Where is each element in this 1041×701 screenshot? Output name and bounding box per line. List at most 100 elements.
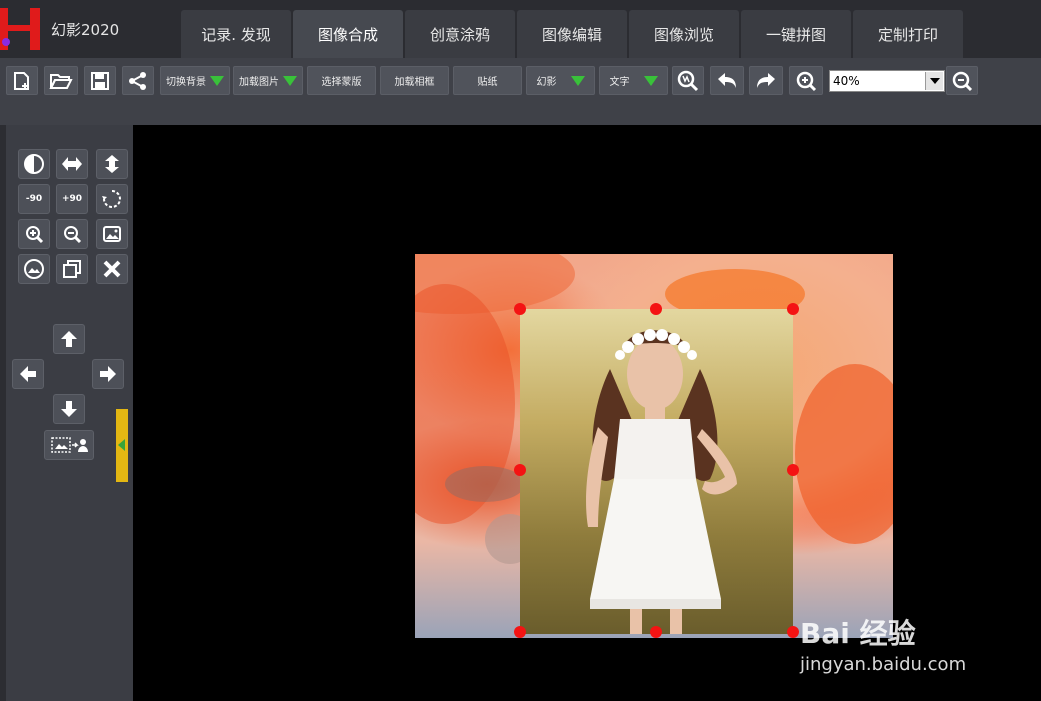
app-logo-icon [0, 8, 40, 50]
chevron-left-icon [118, 439, 125, 451]
text-dropdown[interactable]: 文字 [599, 66, 668, 95]
new-file-icon [14, 71, 29, 90]
sticker-label: 贴纸 [477, 77, 498, 88]
opacity-button[interactable] [18, 149, 50, 179]
rotate-minus-90-label: -90 [25, 194, 43, 204]
new-file-button[interactable] [6, 66, 38, 95]
title-bar: 幻影2020 记录. 发现 图像合成 创意涂鸦 图像编辑 图像浏览 一键拼图 定… [0, 0, 1041, 58]
select-template-label: 选择蒙版 [321, 77, 362, 88]
image-adjust-button[interactable] [18, 254, 50, 284]
flip-horizontal-icon [62, 157, 82, 171]
zoom-out-icon [64, 226, 82, 244]
dropdown-arrow-icon [210, 75, 224, 86]
tab-image-browse[interactable]: 图像浏览 [629, 10, 739, 58]
rotate-icon [102, 190, 121, 208]
dropdown-arrow-icon [643, 75, 658, 86]
tab-creative-doodle[interactable]: 创意涂鸦 [405, 10, 515, 58]
half-circle-icon [24, 154, 44, 174]
left-panel-edge [0, 125, 6, 701]
image-person-icon [51, 437, 88, 453]
rotate-plus-90-button[interactable]: +90 [56, 184, 88, 214]
watermark-brand: Bai 经验 [800, 617, 916, 650]
collapse-panel-tab[interactable] [116, 409, 128, 482]
load-frame-label: 加载相框 [394, 77, 435, 88]
duplicate-layer-button[interactable] [56, 254, 88, 284]
app-window: 幻影2020 记录. 发现 图像合成 创意涂鸦 图像编辑 图像浏览 一键拼图 定… [0, 0, 1041, 701]
resize-handle-bottom[interactable] [650, 626, 662, 638]
switch-background-dropdown[interactable]: 切换背景 [160, 66, 230, 95]
resize-handle-bottom-right[interactable] [787, 626, 799, 638]
folder-open-icon [49, 73, 73, 89]
image-fit-button[interactable] [96, 219, 128, 249]
move-right-button[interactable] [92, 359, 124, 389]
save-icon [91, 71, 109, 90]
delete-layer-button[interactable] [96, 254, 128, 284]
shrink-layer-button[interactable] [56, 219, 88, 249]
select-template-button[interactable]: 选择蒙版 [307, 66, 376, 95]
zoom-in-icon [26, 226, 44, 244]
dropdown-arrow-icon [570, 75, 585, 86]
app-title: 幻影2020 [51, 21, 120, 39]
move-up-button[interactable] [53, 324, 85, 354]
resize-handle-right[interactable] [787, 464, 799, 476]
phantom-dropdown[interactable]: 幻影 [526, 66, 595, 95]
arrow-left-icon [20, 366, 36, 382]
resize-handle-top-left[interactable] [514, 303, 526, 315]
tab-image-edit[interactable]: 图像编辑 [517, 10, 627, 58]
zoom-in-icon [796, 71, 817, 91]
rotate-minus-90-button[interactable]: -90 [18, 184, 50, 214]
close-icon [103, 260, 121, 278]
redo-button[interactable] [749, 66, 783, 95]
rotate-plus-90-label: +90 [61, 194, 83, 204]
tab-bar: 记录. 发现 图像合成 创意涂鸦 图像编辑 图像浏览 一键拼图 定制打印 [181, 10, 965, 58]
share-icon [129, 71, 146, 90]
enlarge-layer-button[interactable] [18, 219, 50, 249]
move-down-button[interactable] [53, 394, 85, 424]
arrow-up-icon [61, 331, 77, 347]
undo-button[interactable] [710, 66, 744, 95]
magic-search-icon [677, 70, 699, 91]
zoom-out-button[interactable] [946, 66, 978, 95]
move-left-button[interactable] [12, 359, 44, 389]
dropdown-arrow-icon [283, 75, 297, 86]
arrow-right-icon [100, 366, 116, 382]
load-image-label: 加载图片 [239, 77, 279, 88]
load-frame-button[interactable]: 加载相框 [380, 66, 449, 95]
image-frame-icon [24, 259, 44, 279]
text-label: 文字 [609, 77, 630, 88]
save-button[interactable] [84, 66, 116, 95]
resize-handle-bottom-left[interactable] [514, 626, 526, 638]
resize-handle-top[interactable] [650, 303, 662, 315]
tab-custom-print[interactable]: 定制打印 [853, 10, 963, 58]
phantom-label: 幻影 [536, 77, 557, 88]
sticker-button[interactable]: 贴纸 [453, 66, 522, 95]
image-icon [103, 226, 121, 242]
magic-select-button[interactable] [672, 66, 704, 95]
free-rotate-button[interactable] [96, 184, 128, 214]
composited-photo[interactable] [520, 309, 793, 634]
load-image-dropdown[interactable]: 加载图片 [233, 66, 303, 95]
zoom-in-button[interactable] [789, 66, 823, 95]
tab-record-discover[interactable]: 记录. 发现 [181, 10, 291, 58]
toolbar: 切换背景 加载图片 选择蒙版 加载相框 贴纸 幻影 文字 40% [0, 58, 1041, 125]
redo-icon [757, 72, 775, 88]
zoom-level-select[interactable]: 40% [829, 70, 945, 92]
resize-handle-top-right[interactable] [787, 303, 799, 315]
watermark-url: jingyan.baidu.com [800, 654, 967, 675]
tab-image-compose[interactable]: 图像合成 [293, 10, 403, 58]
flip-vertical-button[interactable] [96, 149, 128, 179]
open-folder-button[interactable] [44, 66, 78, 95]
chevron-down-icon[interactable] [925, 72, 943, 90]
flip-vertical-icon [105, 155, 119, 173]
flip-horizontal-button[interactable] [56, 149, 88, 179]
zoom-out-icon [952, 71, 973, 91]
resize-handle-left[interactable] [514, 464, 526, 476]
copy-icon [63, 260, 81, 278]
undo-icon [718, 72, 736, 88]
share-button[interactable] [122, 66, 154, 95]
girl-photo [520, 309, 793, 634]
tab-one-click-collage[interactable]: 一键拼图 [741, 10, 851, 58]
zoom-level-value: 40% [833, 74, 860, 88]
image-person-button[interactable] [44, 430, 94, 460]
switch-background-label: 切换背景 [166, 77, 206, 88]
